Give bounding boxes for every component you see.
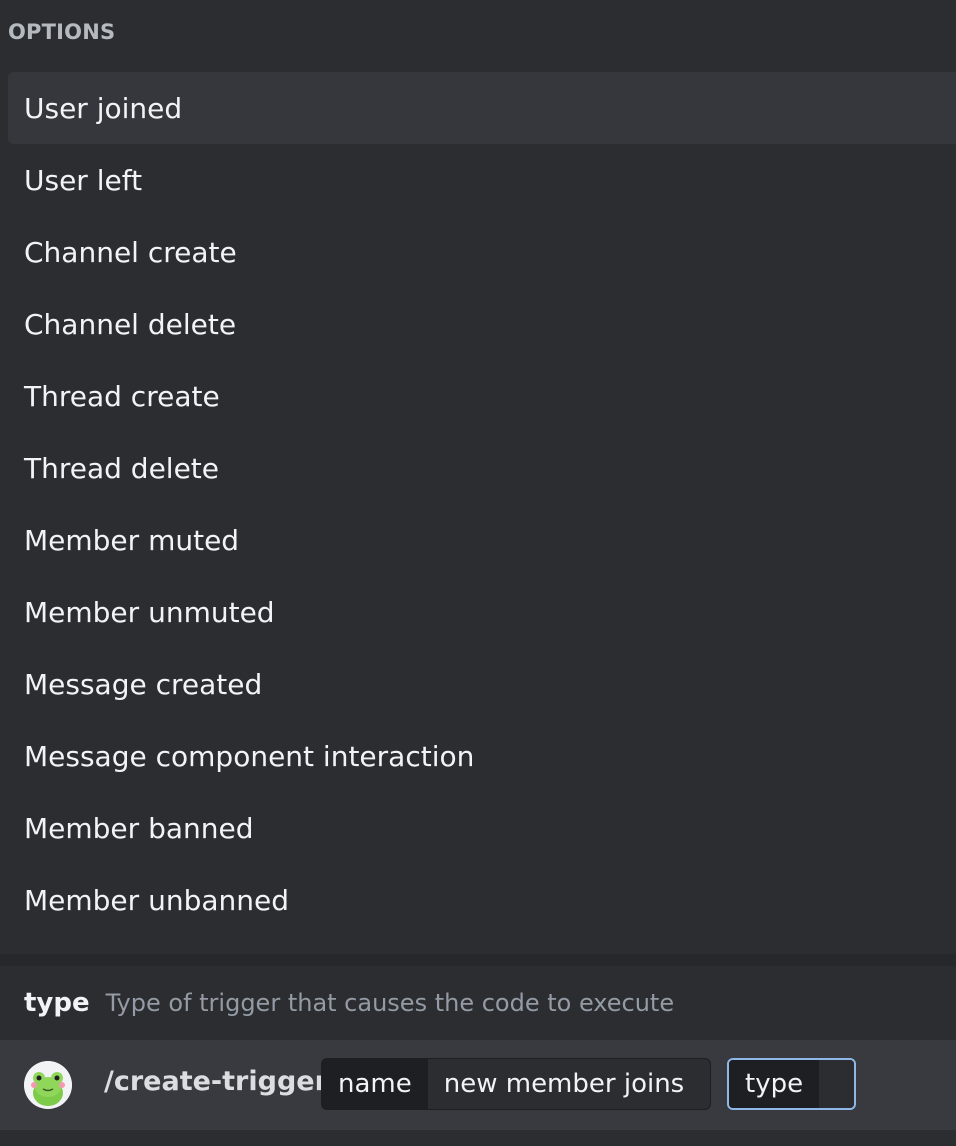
option-thread-delete[interactable]: Thread delete bbox=[8, 432, 956, 504]
message-composer[interactable]: /create-trigger name new member joins ty… bbox=[0, 1040, 956, 1130]
composer-bottom-strip bbox=[0, 1130, 956, 1146]
option-thread-create[interactable]: Thread create bbox=[8, 360, 956, 432]
frog-avatar-icon bbox=[24, 1061, 72, 1109]
option-channel-create[interactable]: Channel create bbox=[8, 216, 956, 288]
parameter-hint-bar: type Type of trigger that causes the cod… bbox=[0, 966, 956, 1040]
autocomplete-popup: OPTIONS User joined User left Channel cr… bbox=[0, 0, 956, 966]
option-member-banned[interactable]: Member banned bbox=[8, 792, 956, 864]
hint-param-description: Type of trigger that causes the code to … bbox=[105, 989, 675, 1017]
param-chip-name[interactable]: name new member joins bbox=[321, 1058, 711, 1110]
option-user-left[interactable]: User left bbox=[8, 144, 956, 216]
param-value-type-input[interactable] bbox=[819, 1060, 854, 1108]
option-member-unmuted[interactable]: Member unmuted bbox=[8, 576, 956, 648]
param-key-type: type bbox=[729, 1060, 820, 1108]
options-list: User joined User left Channel create Cha… bbox=[8, 72, 956, 936]
param-key-name: name bbox=[322, 1059, 428, 1109]
slash-command-name: /create-trigger bbox=[104, 1066, 328, 1097]
hint-param-name: type bbox=[24, 988, 90, 1018]
option-message-component-interaction[interactable]: Message component interaction bbox=[8, 720, 956, 792]
option-member-muted[interactable]: Member muted bbox=[8, 504, 956, 576]
param-value-name[interactable]: new member joins bbox=[427, 1059, 710, 1109]
options-header: OPTIONS bbox=[8, 20, 116, 44]
option-message-created[interactable]: Message created bbox=[8, 648, 956, 720]
option-member-unbanned[interactable]: Member unbanned bbox=[8, 864, 956, 936]
popup-divider bbox=[0, 954, 956, 966]
option-user-joined[interactable]: User joined bbox=[8, 72, 956, 144]
option-channel-delete[interactable]: Channel delete bbox=[8, 288, 956, 360]
param-chip-type[interactable]: type bbox=[727, 1058, 856, 1110]
